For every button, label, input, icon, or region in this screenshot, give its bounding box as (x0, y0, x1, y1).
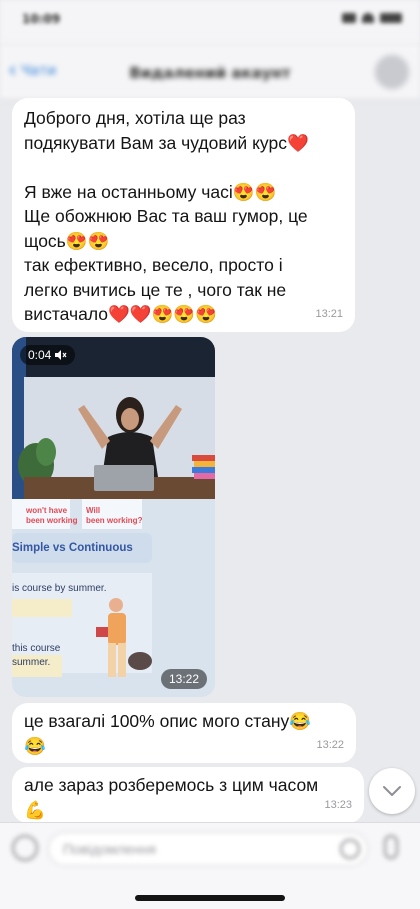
status-time: 10:09 (22, 12, 61, 26)
message-time: 13:21 (315, 307, 343, 320)
signal-icon (342, 13, 356, 23)
video-thumbnail: won't have been working Will been workin… (12, 337, 215, 697)
battery-icon (380, 13, 402, 23)
video-slide-text: won't have (25, 506, 68, 515)
chevron-down-icon (383, 786, 401, 796)
video-slide-text: Will (86, 506, 100, 515)
message-time: 13:23 (324, 798, 352, 811)
microphone-icon[interactable] (384, 835, 398, 859)
wifi-icon (362, 13, 374, 23)
status-icons (342, 13, 402, 23)
message-bubble[interactable]: це взагалі 100% опис мого стану😂 😂 13:22 (12, 703, 356, 763)
video-slide-heading: Simple vs Continuous (12, 542, 133, 554)
message-input[interactable]: Повідомлення (48, 832, 368, 866)
home-indicator[interactable] (135, 895, 285, 901)
video-slide-text: is course by summer. (12, 583, 106, 594)
video-slide-text: been working? (86, 516, 143, 525)
video-message[interactable]: won't have been working Will been workin… (12, 337, 215, 697)
message-text: Доброго дня, хотіла ще раз подякувати Ва… (24, 108, 309, 324)
chat-title[interactable]: Видалений акаунт (0, 64, 420, 82)
message-bubble[interactable]: але зараз розберемось з цим часом 💪 13:2… (12, 767, 364, 823)
message-text: це взагалі 100% опис мого стану😂 😂 (24, 711, 312, 756)
message-text: але зараз розберемось з цим часом 💪 (24, 775, 319, 820)
sticker-icon[interactable] (340, 839, 360, 859)
message-time: 13:22 (316, 738, 344, 751)
video-slide-text: summer. (12, 657, 50, 668)
chat-header: ‹ Чати Видалений акаунт (0, 44, 420, 100)
video-slide-text: this course (12, 643, 61, 654)
status-bar: 10:09 (0, 0, 420, 44)
video-duration: 0:04 (28, 348, 52, 362)
paperclip-icon[interactable] (12, 835, 38, 861)
speaker-muted-icon[interactable] (55, 350, 67, 360)
video-slide-text: been working (26, 516, 78, 525)
message-time: 13:22 (160, 669, 207, 689)
message-bubble[interactable]: Доброго дня, хотіла ще раз подякувати Ва… (12, 98, 355, 332)
avatar[interactable] (374, 54, 410, 90)
scroll-down-button[interactable] (369, 768, 415, 814)
video-duration-badge: 0:04 (20, 345, 76, 365)
